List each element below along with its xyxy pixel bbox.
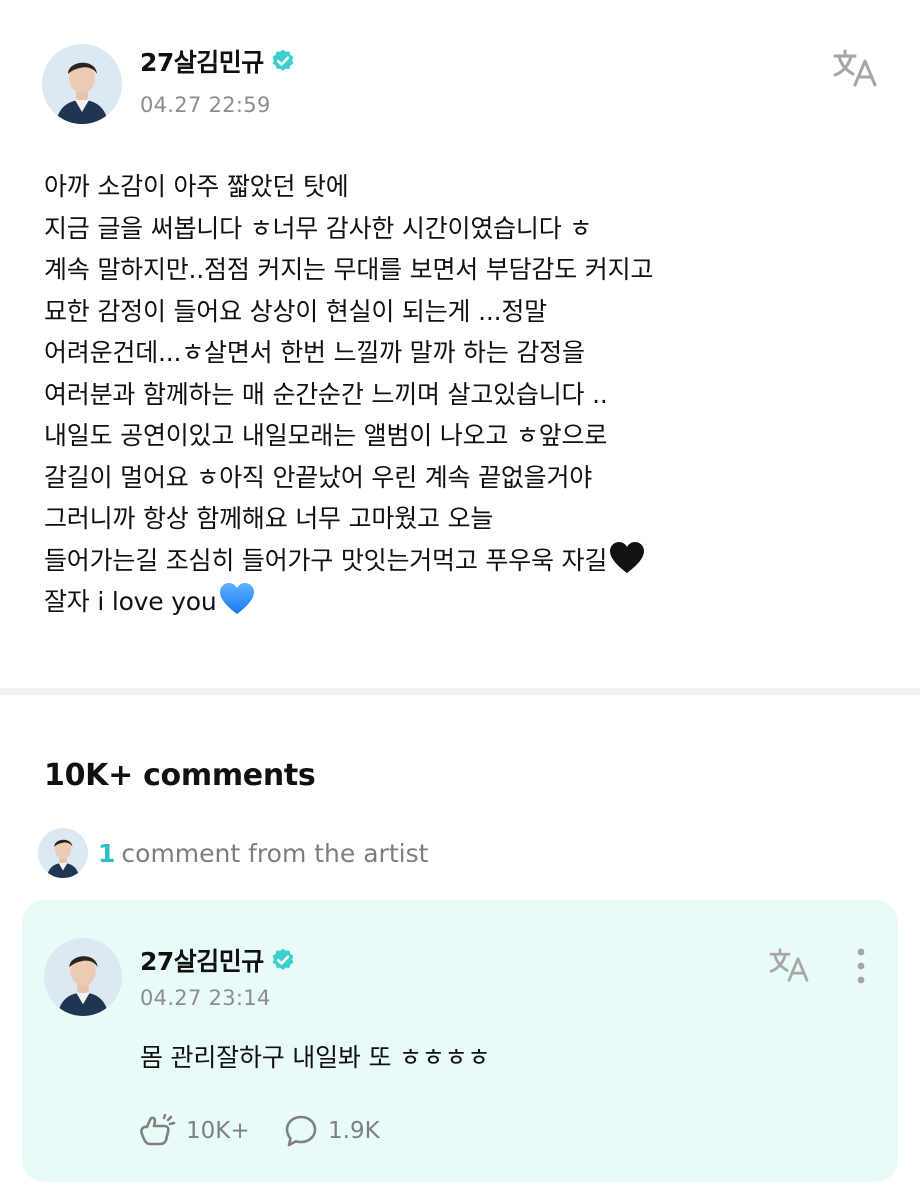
- artist-comment-count: 1: [98, 838, 116, 868]
- like-button[interactable]: 10K+: [138, 1114, 250, 1148]
- comment-author-avatar[interactable]: [44, 938, 122, 1016]
- reply-count: 1.9K: [328, 1118, 380, 1144]
- like-count: 10K+: [186, 1118, 250, 1144]
- comment-timestamp: 04.27 23:14: [140, 986, 271, 1010]
- post-line-text: 잘자 i love you: [44, 587, 217, 616]
- comment-author-row: 27살김민규: [140, 942, 296, 978]
- post-body: 아까 소감이 아주 짧았던 탓에 지금 글을 써봅니다 ㅎ너무 감사한 시간이였…: [44, 166, 894, 623]
- reply-button[interactable]: 1.9K: [284, 1114, 380, 1148]
- post-line: 들어가는길 조심히 들어가구 맛잇는거먹고 푸우욱 자길: [44, 540, 894, 582]
- post-line: 그러니까 항상 함께해요 너무 고마웠고 오늘: [44, 504, 494, 533]
- post-line: 여러분과 함께하는 매 순간순간 느끼며 살고있습니다 ..: [44, 379, 608, 409]
- blue-heart-emoji: [219, 582, 255, 616]
- author-name-row: 27살김민규: [140, 43, 296, 79]
- post-line: 묘한 감정이 들어요 상상이 현실이 되는게 ...정말: [44, 296, 547, 326]
- post-line: 아까 소감이 아주 짧았던 탓에: [44, 172, 349, 201]
- artist-avatar-small: [38, 828, 88, 878]
- post-timestamp: 04.27 22:59: [140, 93, 271, 117]
- section-divider: [0, 688, 920, 695]
- artist-comment-label: comment from the artist: [121, 838, 429, 868]
- comments-count-heading[interactable]: 10K+ comments: [44, 758, 316, 793]
- verified-badge-icon: [270, 947, 296, 973]
- post-line: 갈길이 멀어요 ㅎ아직 안끝났어 우린 계속 끝없을거야: [44, 462, 593, 492]
- comment-author-name[interactable]: 27살김민규: [140, 942, 264, 978]
- black-heart-emoji: [609, 541, 645, 575]
- translate-icon[interactable]: [832, 48, 878, 88]
- post-line: 지금 글을 써봅니다 ㅎ너무 감사한 시간이였습니다 ㅎ: [44, 213, 593, 243]
- artist-comment-summary: 1 comment from the artist: [98, 839, 428, 868]
- author-name[interactable]: 27살김민규: [140, 43, 264, 79]
- translate-icon[interactable]: [768, 947, 810, 983]
- more-vertical-icon[interactable]: [850, 946, 872, 986]
- comment-bubble-icon: [284, 1114, 318, 1148]
- post-line: 어려운건데...ㅎ살면서 한번 느낄까 말까 하는 감정을: [44, 338, 585, 367]
- verified-badge-icon: [270, 48, 296, 74]
- like-reaction-icon: [138, 1114, 176, 1148]
- post-line: 내일도 공연이있고 내일모래는 앨범이 나오고 ㅎ앞으로: [44, 421, 608, 450]
- post-line-text: 들어가는길 조심히 들어가구 맛잇는거먹고 푸우욱 자길: [44, 545, 608, 575]
- post-line: 계속 말하지만..점점 커지는 무대를 보면서 부담감도 커지고: [44, 255, 654, 284]
- author-avatar[interactable]: [42, 44, 122, 124]
- comment-text: 몸 관리잘하구 내일봐 또 ㅎㅎㅎㅎ: [140, 1043, 491, 1072]
- post-line: 잘자 i love you: [44, 581, 894, 623]
- artist-comment-card[interactable]: 27살김민규 04.27 23:14 몸 관리잘하구 내일봐 또 ㅎㅎㅎㅎ 10…: [22, 900, 898, 1182]
- artist-comments-filter[interactable]: 1 comment from the artist: [38, 828, 428, 878]
